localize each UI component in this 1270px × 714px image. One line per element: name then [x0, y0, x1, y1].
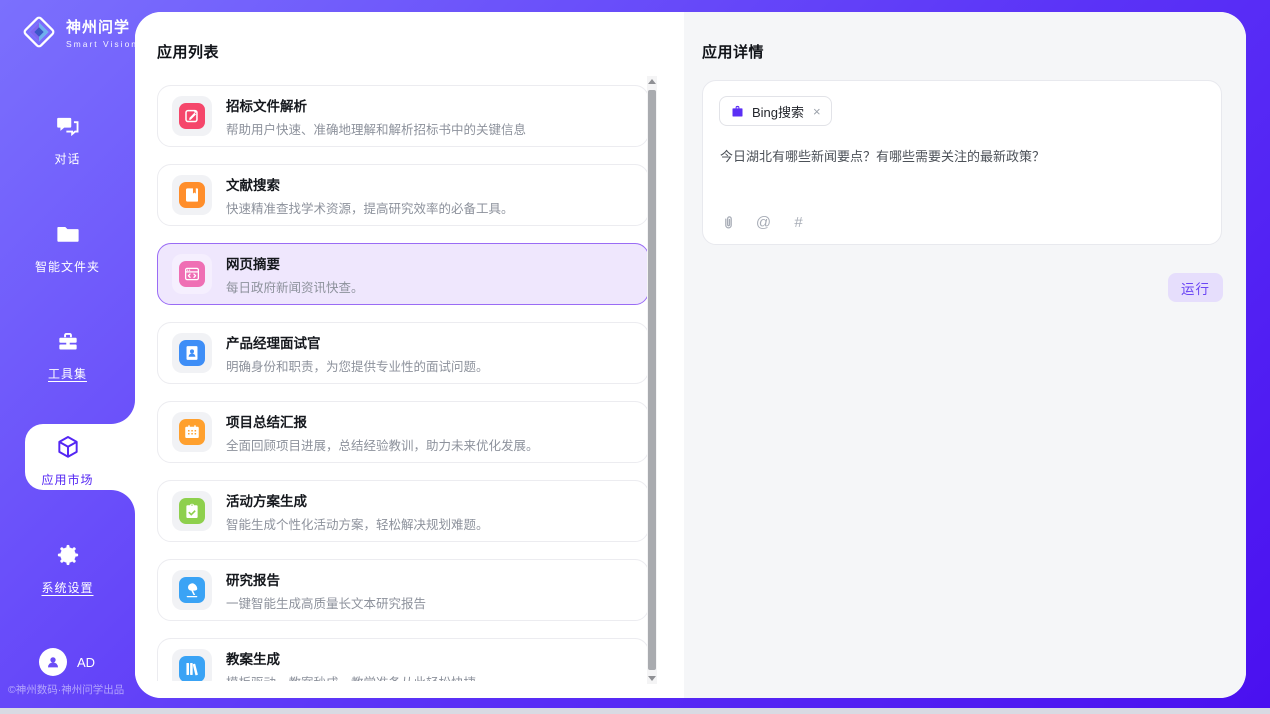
query-text[interactable]: 今日湖北有哪些新闻要点？有哪些需要关注的最新政策？	[720, 147, 1205, 167]
app-card[interactable]: 产品经理面试官明确身份和职责，为您提供专业性的面试问题。	[157, 322, 649, 384]
app-card-desc: 智能生成个性化活动方案，轻松解决规划难题。	[226, 514, 489, 533]
tool-tag-label: Bing搜索	[752, 102, 804, 121]
app-icon-frame	[172, 491, 212, 531]
clipboard-icon	[179, 498, 205, 524]
app-card-desc: 明确身份和职责，为您提供专业性的面试问题。	[226, 356, 489, 375]
brand-logo: 神州问学 Smart Vision	[20, 13, 138, 51]
app-card-title: 项目总结汇报	[226, 411, 539, 431]
scrollbar-thumb[interactable]	[648, 90, 656, 670]
calendar-icon	[179, 419, 205, 445]
sidebar-item-settings[interactable]: 系统设置	[0, 542, 135, 596]
mention-icon[interactable]: @	[755, 214, 772, 231]
app-window: 神州问学 Smart Vision 对话智能文件夹工具集应用市场系统设置 AD …	[0, 0, 1270, 714]
sidebar-item-label: 应用市场	[0, 471, 135, 488]
folder-icon	[55, 221, 81, 247]
chat-icon	[55, 113, 81, 139]
books-icon	[179, 656, 205, 681]
app-card-desc: 快速精准查找学术资源，提高研究效率的必备工具。	[226, 198, 514, 217]
user-initials: AD	[77, 655, 95, 670]
app-icon-frame	[172, 96, 212, 136]
app-icon-frame	[172, 333, 212, 373]
run-button[interactable]: 运行	[1168, 273, 1223, 302]
webpage-icon	[179, 261, 205, 287]
research-icon	[179, 577, 205, 603]
tab-bottom-connector	[111, 490, 135, 514]
app-card[interactable]: 教案生成模板驱动，教案秒成，教学准备从此轻松快捷	[157, 638, 649, 681]
app-card-desc: 模板驱动，教案秒成，教学准备从此轻松快捷	[226, 672, 476, 682]
sidebar-item-label: 系统设置	[0, 579, 135, 596]
person-icon	[45, 654, 61, 670]
app-card-title: 教案生成	[226, 648, 476, 668]
sidebar-item-label: 工具集	[0, 365, 135, 382]
sidebar-item-label: 智能文件夹	[0, 258, 135, 275]
content-area: 应用列表 招标文件解析帮助用户快速、准确地理解和解析招标书中的关键信息文献搜索快…	[135, 12, 1246, 698]
app-icon-frame	[172, 175, 212, 215]
tool-tag[interactable]: Bing搜索 ×	[719, 96, 832, 126]
tab-top-connector	[111, 400, 135, 424]
input-toolbar: @ #	[720, 214, 807, 231]
avatar[interactable]	[39, 648, 67, 676]
app-icon-frame	[172, 254, 212, 294]
app-icon-frame	[172, 412, 212, 452]
sidebar-item-toolkit[interactable]: 工具集	[0, 328, 135, 382]
toolbox-icon	[55, 328, 81, 354]
brand-name: 神州问学	[66, 16, 138, 37]
app-card-title: 网页摘要	[226, 253, 364, 273]
app-card-title: 招标文件解析	[226, 95, 526, 115]
gear-icon	[55, 542, 81, 568]
hash-icon[interactable]: #	[790, 214, 807, 231]
app-icon-frame	[172, 570, 212, 610]
purple-frame: 神州问学 Smart Vision 对话智能文件夹工具集应用市场系统设置 AD …	[0, 0, 1270, 708]
interview-icon	[179, 340, 205, 366]
detail-card: Bing搜索 × 今日湖北有哪些新闻要点？有哪些需要关注的最新政策？ @ #	[702, 80, 1222, 245]
cube-icon	[55, 434, 81, 460]
app-icon-frame	[172, 649, 212, 681]
brand-subtitle: Smart Vision	[66, 39, 138, 49]
app-detail-panel: 应用详情 Bing搜索 × 今日湖北有哪些新闻要点？有哪些需要关注的最新政策？ …	[684, 12, 1246, 698]
app-card-desc: 全面回顾项目进展，总结经验教训，助力未来优化发展。	[226, 435, 539, 454]
sidebar-item-smart-folders[interactable]: 智能文件夹	[0, 221, 135, 275]
app-card-desc: 帮助用户快速、准确地理解和解析招标书中的关键信息	[226, 119, 526, 138]
app-list-title: 应用列表	[157, 41, 219, 62]
sidebar-item-chat[interactable]: 对话	[0, 113, 135, 167]
app-card-title: 研究报告	[226, 569, 426, 589]
app-list-panel: 应用列表 招标文件解析帮助用户快速、准确地理解和解析招标书中的关键信息文献搜索快…	[135, 12, 684, 698]
attachment-icon[interactable]	[720, 214, 737, 231]
app-card[interactable]: 招标文件解析帮助用户快速、准确地理解和解析招标书中的关键信息	[157, 85, 649, 147]
app-card[interactable]: 活动方案生成智能生成个性化活动方案，轻松解决规划难题。	[157, 480, 649, 542]
app-detail-title: 应用详情	[702, 41, 764, 62]
book-icon	[179, 182, 205, 208]
app-card-title: 产品经理面试官	[226, 332, 489, 352]
app-card[interactable]: 文献搜索快速精准查找学术资源，提高研究效率的必备工具。	[157, 164, 649, 226]
scrollbar-up-arrow[interactable]	[648, 79, 656, 84]
scrollbar[interactable]	[647, 76, 657, 684]
app-card[interactable]: 项目总结汇报全面回顾项目进展，总结经验教训，助力未来优化发展。	[157, 401, 649, 463]
sidebar-item-label: 对话	[0, 150, 135, 167]
app-card[interactable]: 网页摘要每日政府新闻资讯快查。	[157, 243, 649, 305]
scrollbar-down-arrow[interactable]	[648, 676, 656, 681]
close-icon[interactable]: ×	[813, 105, 821, 118]
sidebar-item-app-market[interactable]: 应用市场	[0, 434, 135, 488]
app-list: 招标文件解析帮助用户快速、准确地理解和解析招标书中的关键信息文献搜索快速精准查找…	[157, 72, 649, 681]
app-card-title: 文献搜索	[226, 174, 514, 194]
briefcase-icon	[730, 104, 745, 119]
app-card[interactable]: 研究报告一键智能生成高质量长文本研究报告	[157, 559, 649, 621]
app-card-desc: 每日政府新闻资讯快查。	[226, 277, 364, 296]
brand-logo-icon	[20, 13, 58, 51]
edit-icon	[179, 103, 205, 129]
app-card-title: 活动方案生成	[226, 490, 489, 510]
app-card-desc: 一键智能生成高质量长文本研究报告	[226, 593, 426, 612]
